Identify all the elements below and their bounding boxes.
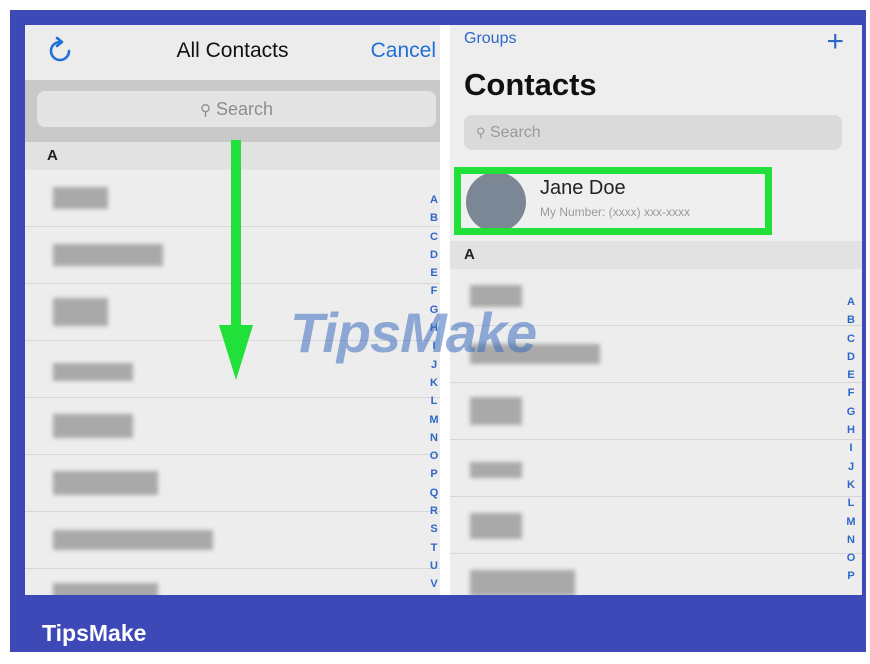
section-index[interactable]: ABCDEFGHIJKLMNOP <box>844 293 858 586</box>
index-letter[interactable]: N <box>427 429 440 447</box>
index-letter[interactable]: D <box>427 246 440 264</box>
list-item[interactable] <box>450 497 862 554</box>
index-letter[interactable]: H <box>844 421 858 439</box>
section-header-a: A <box>450 241 862 269</box>
watermark: TipsMake <box>290 301 537 364</box>
list-item[interactable] <box>450 383 862 440</box>
index-letter[interactable]: F <box>844 384 858 402</box>
search-icon: ⚲ <box>199 102 211 119</box>
index-letter[interactable]: G <box>844 403 858 421</box>
list-item[interactable] <box>25 512 440 569</box>
index-letter[interactable]: E <box>844 366 858 384</box>
index-letter[interactable]: K <box>427 374 440 392</box>
index-letter[interactable]: N <box>844 531 858 549</box>
index-letter[interactable]: R <box>427 502 440 520</box>
highlight-box <box>454 167 772 235</box>
index-letter[interactable]: S <box>427 520 440 538</box>
nav-bar: All Contacts Cancel <box>25 25 440 80</box>
page-title: Contacts <box>464 67 597 102</box>
search-input[interactable]: ⚲ Search <box>37 91 436 127</box>
index-letter[interactable]: B <box>844 311 858 329</box>
add-contact-button[interactable]: + <box>826 25 844 59</box>
search-bar: ⚲ Search <box>25 80 440 142</box>
index-letter[interactable]: C <box>844 330 858 348</box>
index-letter[interactable]: M <box>427 411 440 429</box>
index-letter[interactable]: L <box>844 494 858 512</box>
search-placeholder: Search <box>489 124 541 141</box>
index-letter[interactable]: A <box>844 293 858 311</box>
search-icon: ⚲ <box>476 125 486 140</box>
index-letter[interactable]: E <box>427 264 440 282</box>
brand-caption: TipsMake <box>42 620 147 646</box>
search-input[interactable]: ⚲ Search <box>464 115 842 150</box>
index-letter[interactable]: F <box>427 282 440 300</box>
search-placeholder: Search <box>215 99 274 119</box>
index-letter[interactable]: P <box>844 567 858 585</box>
index-letter[interactable]: O <box>844 549 858 567</box>
index-letter[interactable]: B <box>427 209 440 227</box>
index-letter[interactable]: C <box>427 228 440 246</box>
list-item[interactable] <box>25 569 440 595</box>
list-item[interactable] <box>450 440 862 497</box>
index-letter[interactable]: M <box>844 513 858 531</box>
cancel-button[interactable]: Cancel <box>371 39 436 63</box>
index-letter[interactable]: T <box>427 539 440 557</box>
scroll-arrow-shaft <box>231 140 241 340</box>
index-letter[interactable]: D <box>844 348 858 366</box>
groups-button[interactable]: Groups <box>464 30 516 48</box>
index-letter[interactable]: J <box>844 458 858 476</box>
section-index[interactable]: ABCDEFGHIJKLMNOPQRSTUV <box>427 191 440 594</box>
list-item[interactable] <box>450 554 862 595</box>
list-item[interactable] <box>25 398 440 455</box>
scroll-arrow-head <box>219 325 253 380</box>
index-letter[interactable]: P <box>427 465 440 483</box>
index-letter[interactable]: V <box>427 575 440 593</box>
index-letter[interactable]: Q <box>427 484 440 502</box>
index-letter[interactable]: L <box>427 392 440 410</box>
index-letter[interactable]: I <box>844 439 858 457</box>
index-letter[interactable]: O <box>427 447 440 465</box>
index-letter[interactable]: A <box>427 191 440 209</box>
list-item[interactable] <box>25 455 440 512</box>
index-letter[interactable]: U <box>427 557 440 575</box>
index-letter[interactable]: K <box>844 476 858 494</box>
